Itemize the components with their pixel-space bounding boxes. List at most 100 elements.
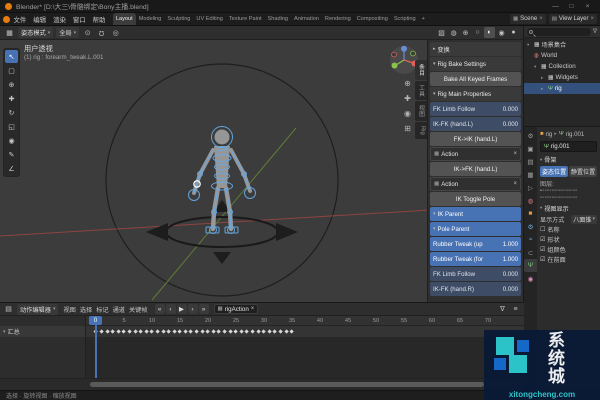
keyframe-diamond[interactable] xyxy=(278,329,283,334)
root-control-widget[interactable] xyxy=(146,200,298,264)
menu-item[interactable]: 编辑 xyxy=(30,15,50,24)
constraint-tab[interactable]: ⊂ xyxy=(524,246,537,259)
keyframe-diamond[interactable] xyxy=(222,329,227,334)
material-preview-icon[interactable]: ◉ xyxy=(496,27,507,38)
scene-selector[interactable]: ▦ Scene × xyxy=(509,14,546,24)
checkbox-icon[interactable]: ☐ xyxy=(540,226,545,233)
minimize-button[interactable]: — xyxy=(548,0,563,12)
workspace-tab[interactable]: Animation xyxy=(291,13,322,25)
keyframe-diamond[interactable] xyxy=(183,329,188,334)
keyframe-diamond[interactable] xyxy=(283,329,289,334)
perspective-toggle-icon[interactable]: ⊞ xyxy=(402,123,413,134)
workspace-tab[interactable]: + xyxy=(419,13,428,25)
workspace-tab[interactable]: Texture Paint xyxy=(226,13,265,25)
pose-position-button[interactable]: 姿态位置 xyxy=(540,166,568,177)
gizmos-toggle-icon[interactable]: ⊕ xyxy=(460,27,471,38)
jump-to-start-button[interactable]: « xyxy=(154,304,165,314)
keyframe-diamond[interactable] xyxy=(194,329,199,334)
armature-layers-grid[interactable]: ▪▫▫▫▫▫▫▫▫▫▫▫▫▫▫▫ ▫▫▫▫▫▫▫▫▫▫▫▫▫▫▫▫ xyxy=(540,188,597,202)
blender-logo-icon[interactable] xyxy=(3,15,10,23)
keyframe-diamond[interactable] xyxy=(121,329,127,334)
viewport-display-panel-header[interactable]: ▾ 视图显示 xyxy=(540,203,597,214)
outliner-widgets[interactable]: ▸ ▦ Widgets xyxy=(524,72,600,83)
rig-main-properties-header[interactable]: ▾ Rig Main Properties xyxy=(430,87,521,101)
output-tab[interactable]: ▤ xyxy=(524,155,537,168)
camera-view-icon[interactable]: ◉ xyxy=(402,108,413,119)
frame-number[interactable]: 15 xyxy=(166,316,194,325)
action-field-r[interactable]: ▦ Action × xyxy=(430,177,521,191)
ik-fk-hand-r-slider[interactable]: IK-FK (hand.R) 0.000 xyxy=(430,282,521,296)
workspace-tab[interactable]: Rendering xyxy=(322,13,354,25)
sidebar-tab[interactable]: Rig xyxy=(415,121,427,139)
outliner-scene-collection[interactable]: ▾ ▦ 场景集合 xyxy=(524,39,600,50)
workspace-tab[interactable]: Sculpting xyxy=(164,13,193,25)
checkbox-icon[interactable]: ☑ xyxy=(540,256,545,263)
rig-bake-settings-header[interactable]: ▾ Rig Bake Settings xyxy=(430,57,521,71)
modifier-tab[interactable]: ⚙ xyxy=(524,220,537,233)
tool-tab[interactable]: ⚙ xyxy=(524,129,537,142)
outliner-world[interactable]: ◍ World xyxy=(524,50,600,61)
expand-icon[interactable]: ▸ xyxy=(541,75,546,81)
sidebar-tab[interactable]: 条目 xyxy=(415,60,427,80)
tweak-select-tool[interactable]: ↖ xyxy=(5,50,18,63)
keyframe-diamond[interactable] xyxy=(155,329,160,334)
rubber-tweak-up-slider[interactable]: Rubber Tweak (up 1.000 xyxy=(430,237,521,251)
keyframe-diamond[interactable] xyxy=(99,329,104,334)
keyframe-diamond[interactable] xyxy=(250,329,255,334)
frame-number[interactable]: 60 xyxy=(418,316,446,325)
maximize-button[interactable]: □ xyxy=(564,0,579,12)
workspace-tab[interactable]: Compositing xyxy=(354,13,391,25)
display-checkbox-row[interactable]: ☐ 名称 xyxy=(540,225,597,235)
display-checkbox-row[interactable]: ☑ 在前面 xyxy=(540,255,597,265)
summary-channel[interactable]: ▾ 汇总 xyxy=(0,326,85,337)
viewport-canvas[interactable]: 用户透视 (1) rig : forearm_tweak.L.001 ↖ ▢ ⊕ ✚ ↻… xyxy=(0,40,523,302)
fk-limb-follow-l-slider[interactable]: FK Limb Follow 0.000 xyxy=(430,102,521,116)
keyframe-diamond[interactable] xyxy=(127,329,132,334)
keyframe-diamond[interactable] xyxy=(233,329,239,334)
view-layer-unlink-icon[interactable]: × xyxy=(590,16,594,22)
physics-tab[interactable]: ≈ xyxy=(524,233,537,246)
action-field-l[interactable]: ▦ Action × xyxy=(430,147,521,161)
select-box-tool[interactable]: ▢ xyxy=(5,64,18,77)
workspace-tab[interactable]: Shading xyxy=(265,13,292,25)
filter-icon[interactable]: ∇ xyxy=(593,28,597,35)
rotate-tool[interactable]: ↻ xyxy=(5,106,18,119)
proportional-edit-icon[interactable]: ◎ xyxy=(110,27,121,38)
rendered-shading-icon[interactable]: ● xyxy=(508,27,519,38)
frame-number[interactable]: 40 xyxy=(306,316,334,325)
prev-keyframe-button[interactable]: ‹ xyxy=(165,304,176,314)
keyframe-diamond[interactable] xyxy=(132,329,138,334)
xray-toggle-icon[interactable]: ▨ xyxy=(436,27,447,38)
view-layer-selector[interactable]: ▤ View Layer × xyxy=(548,14,597,24)
move-tool[interactable]: ✚ xyxy=(5,92,18,105)
bake-all-keyed-frames-button[interactable]: Bake All Keyed Frames xyxy=(430,72,521,86)
frame-number[interactable]: 55 xyxy=(390,316,418,325)
scale-tool[interactable]: ◱ xyxy=(5,120,18,133)
keyframe-diamond[interactable] xyxy=(160,329,166,334)
annotate-tool[interactable]: ✎ xyxy=(5,148,18,161)
action-name-field[interactable]: ▦ rigAction × xyxy=(213,304,259,314)
checkbox-icon[interactable]: ☑ xyxy=(540,246,545,253)
expand-icon[interactable]: ▸ xyxy=(541,86,546,92)
keyframe-diamond[interactable] xyxy=(138,329,143,334)
keyframe-diamond[interactable] xyxy=(144,329,149,334)
keyframe-diamond[interactable] xyxy=(267,329,272,334)
zoom-icon[interactable]: ⊕ xyxy=(402,78,413,89)
frame-number[interactable]: 30 xyxy=(250,316,278,325)
pivot-point-icon[interactable]: ⊙ xyxy=(82,27,93,38)
jump-to-end-button[interactable]: » xyxy=(198,304,209,314)
checkbox-icon[interactable]: ☑ xyxy=(540,236,545,243)
expand-icon[interactable]: ▾ xyxy=(3,329,6,335)
ik-fk-hand-l-slider[interactable]: IK-FK (hand.L) 0.000 xyxy=(430,117,521,131)
ik-toggle-pole-button[interactable]: IK Toggle Pole xyxy=(430,192,521,206)
display-checkbox-row[interactable]: ☑ 形状 xyxy=(540,235,597,245)
keyframe-diamond[interactable] xyxy=(272,329,278,334)
frame-number[interactable]: 5 xyxy=(110,316,138,325)
pole-parent-dropdown[interactable]: ▾ Pole Parent xyxy=(430,222,521,236)
menu-item[interactable]: 文件 xyxy=(10,15,30,24)
render-tab[interactable]: ▣ xyxy=(524,142,537,155)
keyframe-diamond[interactable] xyxy=(239,329,244,334)
frame-number[interactable]: 70 xyxy=(474,316,502,325)
workspace-tab[interactable]: UV Editing xyxy=(193,13,225,25)
keyframe-diamond[interactable] xyxy=(211,329,216,334)
